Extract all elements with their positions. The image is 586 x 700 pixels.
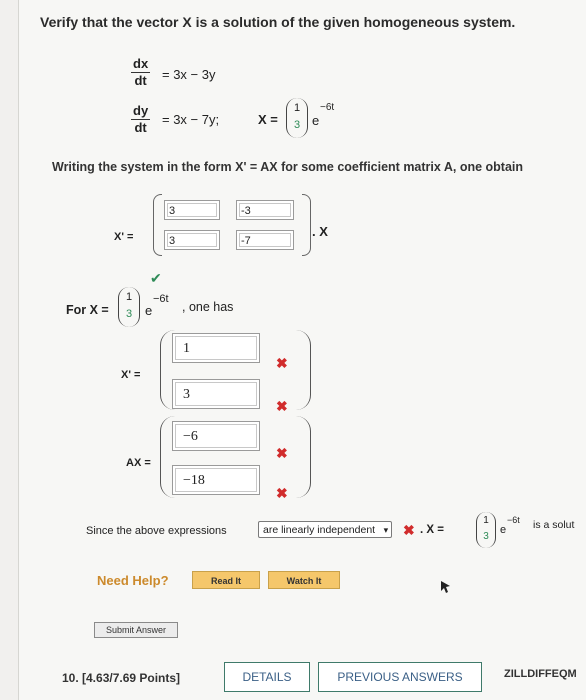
equation-2-rhs: = 3x − 7y; [162,112,220,127]
ax-entry-2[interactable]: −18 [172,465,260,495]
question-points: 10. [4.63/7.69 Points] [62,671,181,685]
writing-system-text: Writing the system in the form X' = AX f… [52,160,524,174]
matrix-cell-a12[interactable]: -3 [236,200,294,220]
chevron-down-icon: ▾ [383,525,389,535]
question-prompt: Verify that the vector X is a solution o… [40,14,516,30]
dx-dt-fraction: dx dt [131,56,151,88]
xprime-paren-right [296,330,311,410]
ax-entry-1[interactable]: −6 [172,421,260,451]
matrix-xprime-label: X' = [114,231,134,243]
matrix-cell-a21[interactable]: 3 [164,230,220,250]
matrix-cell-a11[interactable]: 3 [164,200,220,220]
need-help-label: Need Help? [97,573,169,588]
conclusion-x-label: . X = [420,524,444,536]
x-vector-label: X = [258,112,278,127]
for-x-vector: 1 3 [118,287,140,327]
matrix-bracket-left [153,194,162,256]
course-code: ZILLDIFFEQM [504,668,577,680]
details-button[interactable]: DETAILS [224,662,310,692]
for-x-exp-base: e [145,303,153,318]
conclusion-exp-power: −6t [507,515,520,525]
incorrect-x-icon: ✖ [276,398,288,414]
incorrect-x-icon: ✖ [276,355,288,371]
matrix-cell-a22[interactable]: -7 [236,230,294,250]
conclusion-text: Since the above expressions [86,525,227,537]
dy-dt-fraction: dy dt [131,103,151,135]
ax-paren-right [296,416,311,498]
solution-vector: 1 3 [286,98,308,138]
exp-power: −6t [320,102,335,113]
ax-label: AX = [126,457,151,469]
xprime-entry-2[interactable]: 3 [172,379,260,409]
conclusion-vector: 1 3 [476,512,496,548]
xprime-label: X' = [121,369,141,381]
watch-it-button[interactable]: Watch It [268,571,340,589]
incorrect-x-icon: ✖ [276,485,288,501]
for-x-exp-power: −6t [153,293,169,305]
for-x-suffix: , one has [182,300,234,314]
conclusion-suffix: is a solut [533,519,575,531]
correct-checkmark-icon: ✔ [150,270,162,286]
submit-answer-button[interactable]: Submit Answer [94,622,178,638]
read-it-button[interactable]: Read It [192,571,260,589]
independence-select[interactable]: are linearly independent ▾ [258,521,393,538]
incorrect-x-icon: ✖ [276,445,288,461]
xprime-entry-1[interactable]: 1 [172,333,260,363]
equation-1-rhs: = 3x − 3y [162,67,216,82]
for-x-label: For X = [66,303,109,317]
mouse-cursor-icon [441,581,450,593]
conclusion-exp-base: e [500,524,507,536]
previous-answers-button[interactable]: PREVIOUS ANSWERS [318,662,482,692]
matrix-bracket-right [302,194,311,256]
incorrect-x-icon: ✖ [403,522,415,538]
exp-base: e [312,113,320,128]
matrix-suffix: . X [312,224,328,239]
